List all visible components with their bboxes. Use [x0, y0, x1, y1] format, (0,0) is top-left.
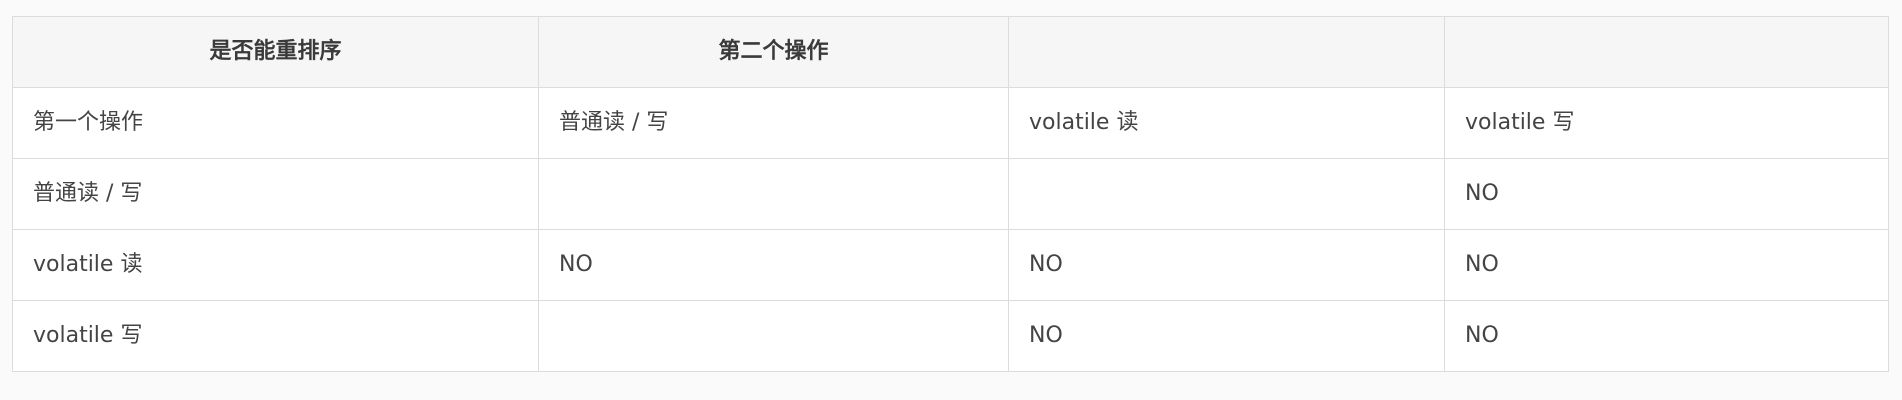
table-row: 第一个操作 普通读 / 写 volatile 读 volatile 写 [12, 87, 1889, 159]
table-body: 第一个操作 普通读 / 写 volatile 读 volatile 写 普通读 … [12, 87, 1889, 372]
header-row: 是否能重排序 第二个操作 [12, 16, 1889, 88]
table-cell [538, 158, 1009, 230]
table-cell: NO [1444, 300, 1889, 372]
table-cell: NO [1444, 158, 1889, 230]
table-cell [538, 300, 1009, 372]
header-cell-empty-2 [1444, 16, 1889, 88]
table-row: volatile 写 NO NO [12, 300, 1889, 372]
table-cell: volatile 读 [1008, 87, 1445, 159]
table-cell [1008, 158, 1445, 230]
header-cell-empty-1 [1008, 16, 1445, 88]
table-cell: NO [538, 229, 1009, 301]
table-cell: 第一个操作 [12, 87, 539, 159]
table-cell: volatile 读 [12, 229, 539, 301]
table-header: 是否能重排序 第二个操作 [12, 16, 1889, 88]
table-row: 普通读 / 写 NO [12, 158, 1889, 230]
header-cell-second-operation: 第二个操作 [538, 16, 1009, 88]
table-row: volatile 读 NO NO NO [12, 229, 1889, 301]
reorder-rules-table: 是否能重排序 第二个操作 第一个操作 普通读 / 写 volatile 读 vo… [12, 16, 1889, 372]
table-cell: NO [1008, 300, 1445, 372]
reorder-table-container: 是否能重排序 第二个操作 第一个操作 普通读 / 写 volatile 读 vo… [12, 16, 1889, 372]
table-cell: 普通读 / 写 [538, 87, 1009, 159]
table-cell: NO [1444, 229, 1889, 301]
table-cell: volatile 写 [1444, 87, 1889, 159]
table-cell: 普通读 / 写 [12, 158, 539, 230]
table-cell: NO [1008, 229, 1445, 301]
header-cell-reorderable: 是否能重排序 [12, 16, 539, 88]
table-cell: volatile 写 [12, 300, 539, 372]
